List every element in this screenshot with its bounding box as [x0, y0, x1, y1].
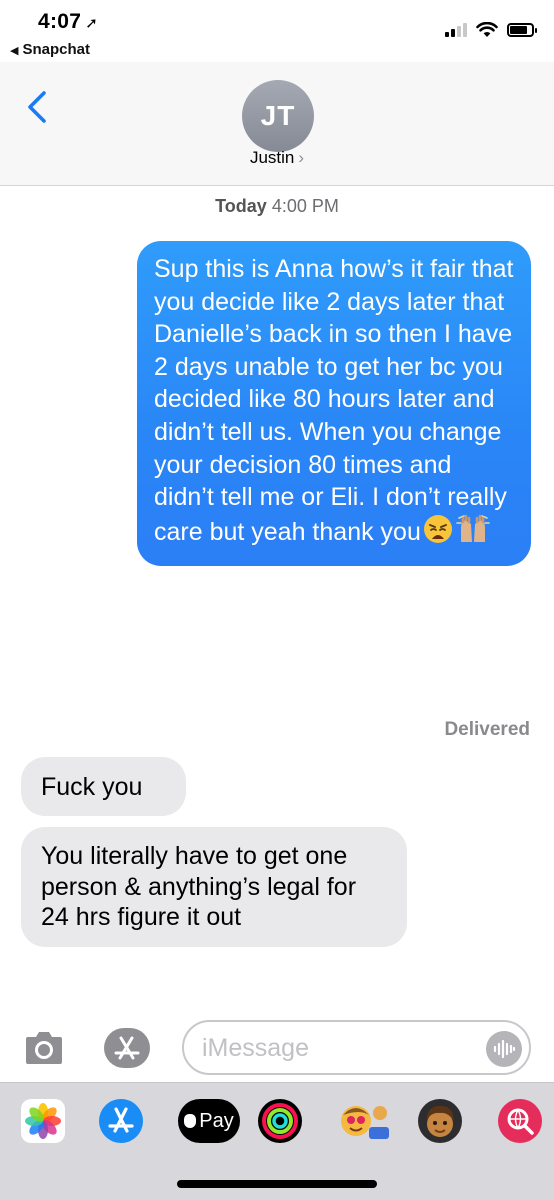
memoji-app-icon[interactable] [418, 1099, 462, 1143]
audio-waveform-icon [493, 1039, 516, 1059]
contact-name: Justin [249, 148, 295, 167]
timestamp-time: 4:00 PM [271, 196, 339, 216]
battery-icon [507, 23, 537, 37]
back-app-label: Snapchat [22, 41, 90, 58]
animoji-app-icon[interactable] [338, 1099, 392, 1143]
raising-hands-emoji-icon [455, 514, 491, 553]
sent-message-text: Sup this is Anna how’s it fair that you … [154, 255, 514, 546]
signal-icon [445, 23, 467, 37]
clock: 4:07 [38, 10, 82, 33]
contact-avatar[interactable]: JT [242, 80, 314, 152]
app-store-app-icon[interactable] [99, 1099, 143, 1143]
home-indicator[interactable] [177, 1180, 377, 1188]
weary-face-emoji-icon [423, 514, 453, 553]
imessage-placeholder: iMessage [202, 1034, 309, 1062]
received-message-bubble[interactable]: Fuck you [21, 757, 186, 816]
delivered-status: Delivered [444, 719, 530, 740]
sent-message-bubble[interactable]: Sup this is Anna how’s it fair that you … [137, 241, 531, 567]
location-arrow-icon: ➚ [85, 15, 99, 32]
apple-pay-app-icon[interactable]: Pay [178, 1099, 240, 1143]
status-time: 4:07 ➚ [38, 10, 98, 34]
timestamp-day: Today [215, 196, 267, 216]
photos-app-icon[interactable] [21, 1099, 65, 1143]
back-triangle-icon: ◀ [10, 45, 19, 57]
received-message-text: Fuck you [41, 773, 143, 801]
camera-icon[interactable] [24, 1031, 64, 1065]
activity-app-icon[interactable] [258, 1099, 302, 1143]
apple-pay-label: Pay [199, 1109, 234, 1132]
back-chevron-icon[interactable] [26, 90, 48, 124]
chevron-right-icon: › [298, 148, 305, 167]
web-search-app-icon[interactable] [498, 1099, 542, 1143]
wifi-icon [476, 22, 498, 37]
received-message-bubble[interactable]: You literally have to get one person & a… [21, 827, 407, 947]
imessage-input[interactable]: iMessage [182, 1020, 531, 1075]
conversation-header: JT Justin › [0, 62, 554, 186]
apple-logo-icon [184, 1114, 197, 1128]
status-indicators [445, 22, 537, 38]
audio-message-button[interactable] [486, 1031, 522, 1067]
app-store-icon[interactable] [103, 1027, 151, 1069]
message-timestamp: Today 4:00 PM [0, 196, 554, 217]
received-message-text: You literally have to get one person & a… [41, 842, 357, 931]
contact-name-button[interactable]: Justin › [0, 148, 554, 168]
back-to-app-link[interactable]: ◀ Snapchat [10, 41, 90, 58]
